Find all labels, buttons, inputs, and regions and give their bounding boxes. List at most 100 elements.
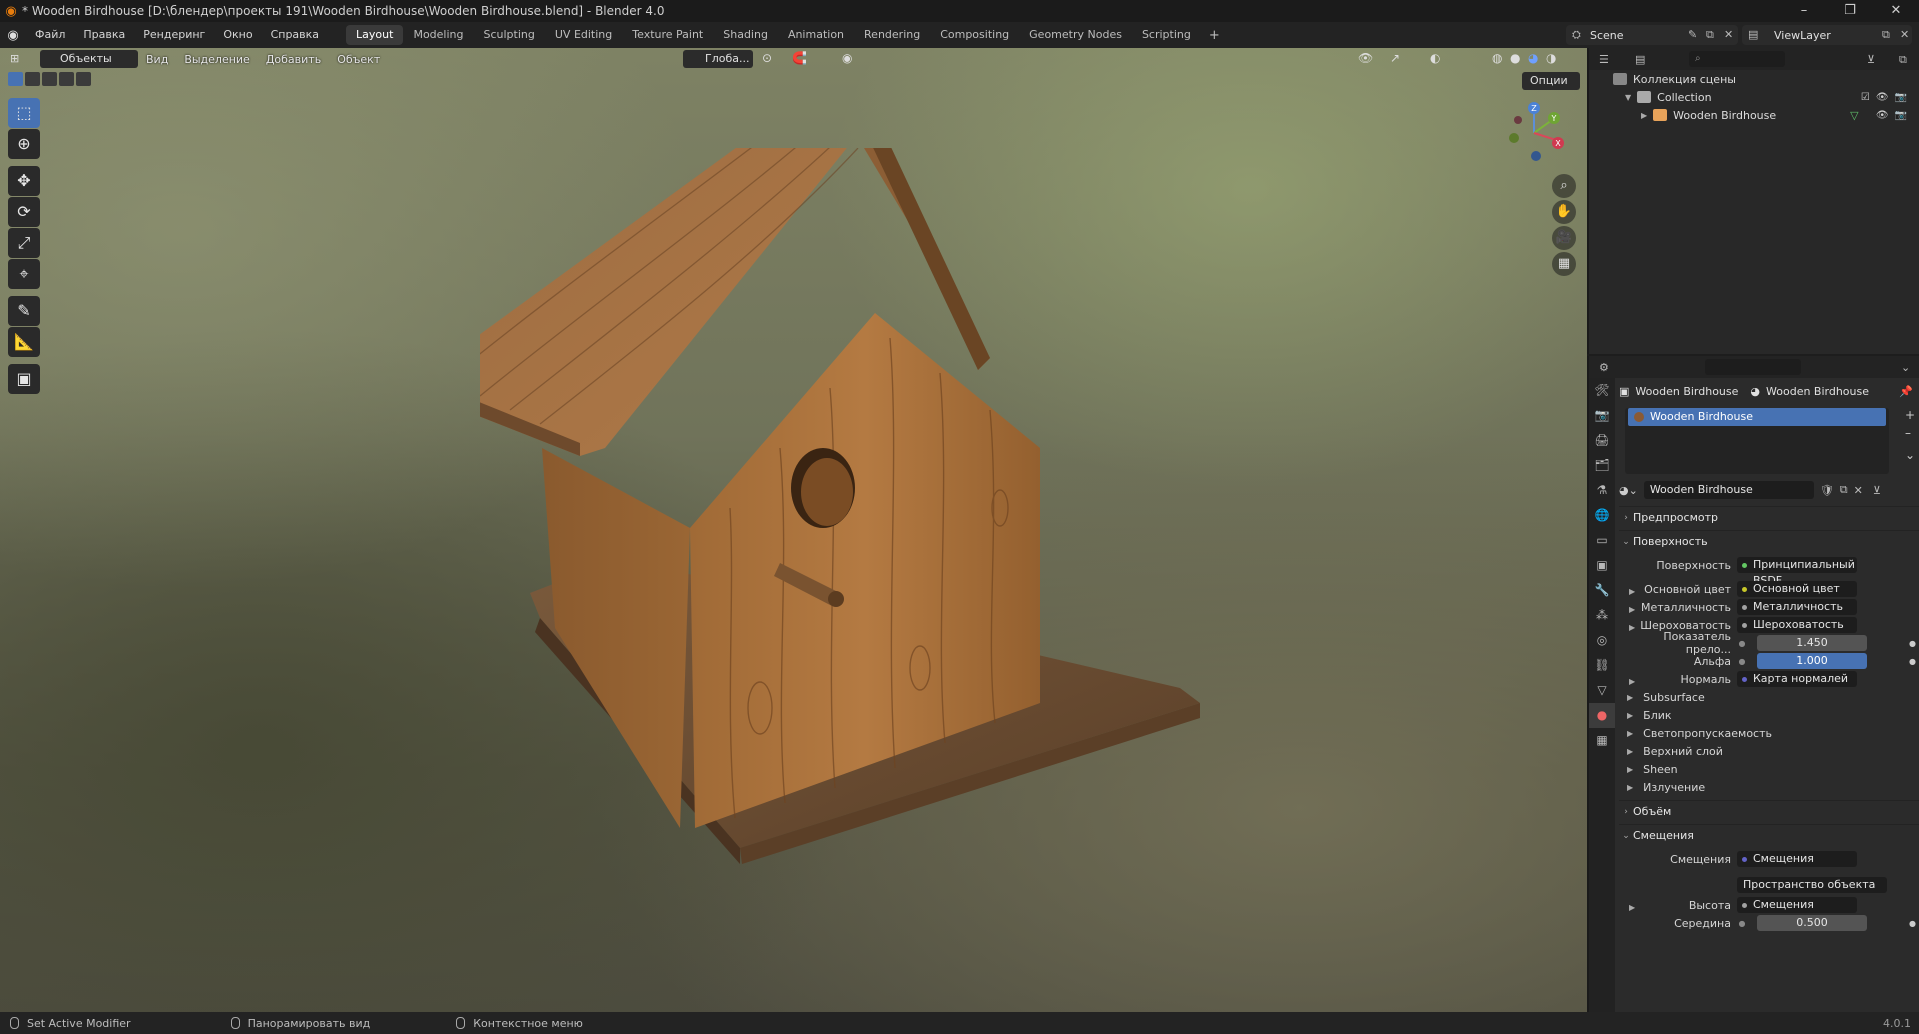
add-slot-icon[interactable]: + (1905, 408, 1915, 422)
shading-solid-icon[interactable]: ● (1510, 51, 1520, 65)
view-layer-tab-icon[interactable]: 🗂 (1589, 453, 1615, 478)
tab-shading[interactable]: Shading (713, 25, 778, 45)
base-color-field[interactable]: Основной цвет (1737, 581, 1857, 597)
section-volume[interactable]: › Объём (1619, 800, 1919, 822)
data-tab-icon[interactable]: ▽ (1589, 678, 1615, 703)
expand-chevron-icon[interactable]: ⌄ (1619, 537, 1633, 547)
camera-view-icon[interactable]: 🎥 (1552, 226, 1576, 250)
keyframe-icon[interactable]: ● (1909, 919, 1916, 928)
section-surface[interactable]: ⌄ Поверхность (1619, 530, 1919, 552)
midlevel-field[interactable]: 0.500 (1757, 915, 1867, 931)
rotate-tool-icon[interactable]: ⟳ (8, 197, 40, 227)
tab-sculpting[interactable]: Sculpting (474, 25, 545, 45)
collapse-chevron-icon[interactable]: › (1619, 807, 1633, 817)
unlink-material-icon[interactable]: ✕ (1854, 484, 1863, 497)
modifiers-tab-icon[interactable]: 🔧 (1589, 578, 1615, 603)
displacement-space-dropdown[interactable]: Пространство объекта (1737, 877, 1887, 893)
keyframe-icon[interactable]: ● (1909, 639, 1916, 648)
subpanel-coat[interactable]: ▶ Верхний слой (1619, 742, 1919, 760)
expand-arrow-icon[interactable]: ▶ (1629, 587, 1635, 596)
overlays-icon[interactable]: ◐ (1430, 51, 1440, 65)
displacement-field[interactable]: Смещения (1737, 851, 1857, 867)
navigation-gizmo[interactable]: Z Y X (1504, 98, 1574, 168)
select-subtract-icon[interactable] (42, 72, 57, 86)
snap-icon[interactable]: 🧲 (792, 51, 807, 65)
shading-material-icon[interactable]: ◕ (1528, 51, 1538, 65)
duplicate-material-icon[interactable]: ⧉ (1840, 483, 1848, 497)
select-extend-icon[interactable] (25, 72, 40, 86)
pin-icon[interactable]: ✎ (1688, 28, 1697, 41)
expand-arrow-icon[interactable]: ▶ (1629, 903, 1635, 912)
restore-icon[interactable]: ❐ (1827, 0, 1873, 22)
panel-options-icon[interactable]: ⌄ (1901, 361, 1910, 374)
section-displacement[interactable]: ⌄ Смещения (1619, 824, 1919, 846)
menu-render[interactable]: Рендеринг (134, 22, 214, 48)
viewport-menu-add[interactable]: Добавить (258, 53, 329, 66)
select-box-tool-icon[interactable]: ⬚ (8, 98, 40, 128)
subpanel-specular[interactable]: ▶ Блик (1619, 706, 1919, 724)
mode-selector[interactable]: Объекты (40, 50, 138, 68)
subpanel-subsurface[interactable]: ▶ Subsurface (1619, 688, 1919, 706)
material-slot-list[interactable]: Wooden Birdhouse + – ⌄ (1625, 408, 1915, 474)
blender-menu-icon[interactable]: ◉ (0, 28, 26, 43)
zoom-icon[interactable]: ⌕ (1552, 174, 1576, 198)
physics-tab-icon[interactable]: ◎ (1589, 628, 1615, 653)
select-invert-icon[interactable] (59, 72, 74, 86)
alpha-field[interactable]: 1.000 (1757, 653, 1867, 669)
tab-rendering[interactable]: Rendering (854, 25, 930, 45)
add-cube-tool-icon[interactable]: ▣ (8, 364, 40, 394)
material-name-field[interactable]: Wooden Birdhouse (1643, 481, 1814, 499)
object-toggles[interactable]: 👁📷 (1876, 110, 1913, 121)
display-mode-icon[interactable]: ▤ (1635, 53, 1645, 66)
properties-search[interactable] (1705, 359, 1801, 375)
outliner-collection[interactable]: ▼ Collection ☑👁📷 (1589, 88, 1919, 106)
minimize-icon[interactable]: – (1781, 0, 1827, 22)
expand-arrow-icon[interactable]: ▶ (1629, 605, 1635, 614)
tab-modeling[interactable]: Modeling (403, 25, 473, 45)
collapse-chevron-icon[interactable]: › (1619, 513, 1633, 523)
viewport-menu-object[interactable]: Объект (329, 53, 388, 66)
remove-scene-icon[interactable]: ✕ (1724, 28, 1733, 41)
browse-material-icon[interactable]: ◕⌄ (1619, 484, 1638, 497)
subpanel-emission[interactable]: ▶ Излучение (1619, 778, 1919, 796)
material-filter-icon[interactable]: ⊻ (1873, 484, 1881, 497)
render-tab-icon[interactable]: 📷 (1589, 403, 1615, 428)
wooden-birdhouse-model[interactable] (480, 148, 1240, 868)
remove-view-layer-icon[interactable]: ✕ (1900, 28, 1909, 41)
properties-editor-icon[interactable]: ⚙ (1599, 361, 1609, 374)
tab-compositing[interactable]: Compositing (930, 25, 1019, 45)
shading-wire-icon[interactable]: ◍ (1492, 51, 1502, 65)
tab-scripting[interactable]: Scripting (1132, 25, 1201, 45)
particles-tab-icon[interactable]: ⁂ (1589, 603, 1615, 628)
editor-type-icon[interactable]: ⊞ (10, 52, 19, 65)
tool-tab-icon[interactable]: 🛠 (1589, 378, 1615, 403)
cursor-tool-icon[interactable]: ⊕ (8, 129, 40, 159)
transform-tool-icon[interactable]: ⌖ (8, 259, 40, 289)
section-preview[interactable]: › Предпросмотр (1619, 506, 1919, 528)
alpha-socket-icon[interactable]: ● (1737, 657, 1747, 666)
slot-specials-icon[interactable]: ⌄ (1905, 448, 1915, 462)
scene-selector[interactable]: ⛭ Scene ✎ ⧉ ✕ (1566, 25, 1738, 45)
material-tab-icon[interactable]: ● (1589, 703, 1615, 728)
output-tab-icon[interactable]: 🖨 (1589, 428, 1615, 453)
menu-help[interactable]: Справка (262, 22, 328, 48)
expand-arrow-icon[interactable]: ▶ (1641, 111, 1647, 120)
ior-socket-icon[interactable]: ● (1737, 639, 1747, 648)
ior-field[interactable]: 1.450 (1757, 635, 1867, 651)
object-tab-icon[interactable]: ▣ (1589, 553, 1615, 578)
new-view-layer-icon[interactable]: ⧉ (1882, 28, 1890, 42)
gizmo-toggle-icon[interactable]: ↗ (1390, 51, 1400, 65)
add-workspace-icon[interactable]: + (1201, 28, 1228, 43)
select-intersect-icon[interactable] (76, 72, 91, 86)
select-new-icon[interactable] (8, 72, 23, 86)
measure-tool-icon[interactable]: 📐 (8, 327, 40, 357)
transform-orientation-selector[interactable]: Глоба... (683, 50, 753, 68)
viewport-menu-view[interactable]: Вид (138, 53, 176, 66)
metallic-field[interactable]: Металличность (1737, 599, 1857, 615)
tab-animation[interactable]: Animation (778, 25, 854, 45)
tab-geometry-nodes[interactable]: Geometry Nodes (1019, 25, 1132, 45)
annotate-tool-icon[interactable]: ✎ (8, 296, 40, 326)
midlevel-socket-icon[interactable]: ● (1737, 919, 1747, 928)
filter-icon[interactable]: ⊻ (1867, 53, 1875, 66)
outliner-scene-collection[interactable]: Коллекция сцены (1589, 70, 1919, 88)
